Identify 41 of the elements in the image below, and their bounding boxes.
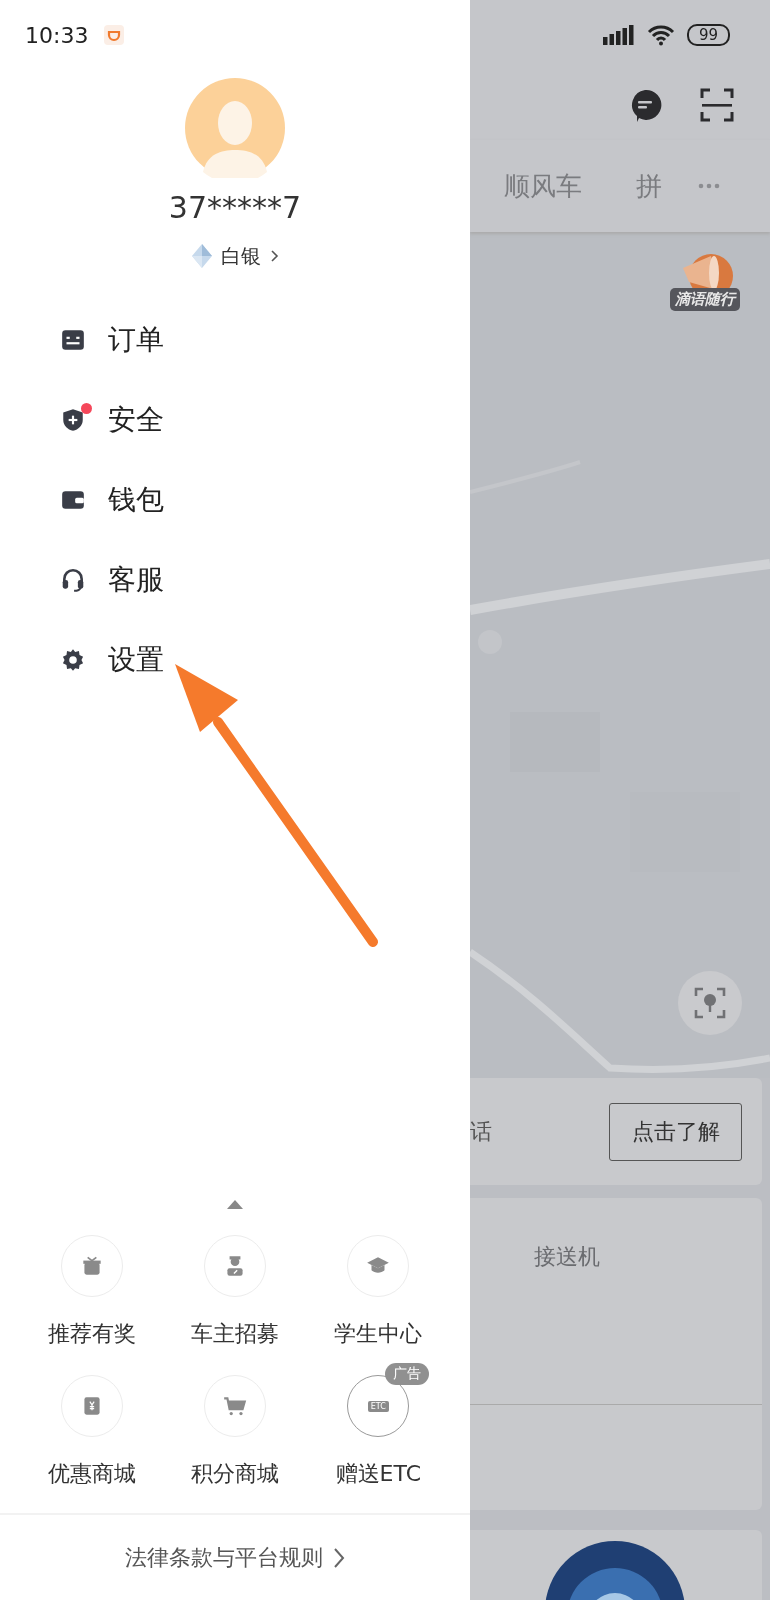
service-label: 积分商城 bbox=[191, 1460, 279, 1488]
settings-icon bbox=[60, 647, 86, 673]
menu-item[interactable]: 客服 bbox=[0, 540, 170, 620]
legal-link[interactable]: 法律条款与平台规则 bbox=[119, 1541, 351, 1574]
service-item[interactable]: 学生中心 bbox=[306, 1221, 450, 1349]
service-item[interactable]: 积分商城 bbox=[163, 1361, 307, 1489]
status-time: 10:33 bbox=[25, 22, 89, 48]
scan-icon[interactable] bbox=[700, 88, 734, 122]
service-label: 优惠商城 bbox=[47, 1460, 136, 1488]
service-item[interactable]: 推荐有奖 bbox=[20, 1221, 164, 1349]
wifi-icon bbox=[646, 24, 675, 46]
location-pin-icon bbox=[693, 986, 727, 1020]
learn-more-button[interactable]: 点击了解 bbox=[609, 1102, 742, 1161]
promo-text: 话 bbox=[470, 1117, 492, 1146]
menu-item[interactable]: 钱包 bbox=[0, 460, 170, 540]
battery-level: 99 bbox=[686, 24, 730, 46]
chevron-right-icon bbox=[269, 249, 279, 263]
shield-plus-icon bbox=[60, 407, 86, 433]
headset-icon bbox=[60, 567, 86, 593]
map-badge-label[interactable]: 滴语随行 bbox=[670, 288, 740, 311]
order-list-icon bbox=[60, 327, 86, 353]
member-level[interactable]: 白银 bbox=[221, 242, 261, 270]
signal-icon bbox=[602, 25, 635, 45]
menu-item[interactable]: 订单 bbox=[0, 300, 170, 380]
chevron-right-icon bbox=[333, 1546, 345, 1569]
service-item[interactable]: ETC 广告 赠送ETC bbox=[306, 1361, 450, 1489]
caret-up-icon[interactable] bbox=[227, 1200, 243, 1209]
service-item[interactable]: 优惠商城 bbox=[20, 1361, 164, 1489]
service-label: 学生中心 bbox=[334, 1320, 423, 1348]
service-item[interactable]: 车主招募 bbox=[163, 1221, 307, 1349]
diamond-icon bbox=[191, 243, 213, 269]
more-icon[interactable] bbox=[698, 183, 720, 189]
phone-number: 37*****7 bbox=[168, 189, 302, 227]
etc-card-icon: ETC bbox=[367, 1400, 389, 1412]
service-label: 赠送ETC bbox=[335, 1460, 422, 1488]
service-label: 车主招募 bbox=[191, 1320, 279, 1348]
app-notification-icon bbox=[104, 25, 125, 45]
menu-item[interactable]: 设置 bbox=[0, 620, 170, 700]
service-label: 推荐有奖 bbox=[47, 1320, 136, 1348]
menu-item[interactable]: 安全 bbox=[0, 380, 170, 460]
ad-badge: 广告 bbox=[385, 1363, 430, 1385]
